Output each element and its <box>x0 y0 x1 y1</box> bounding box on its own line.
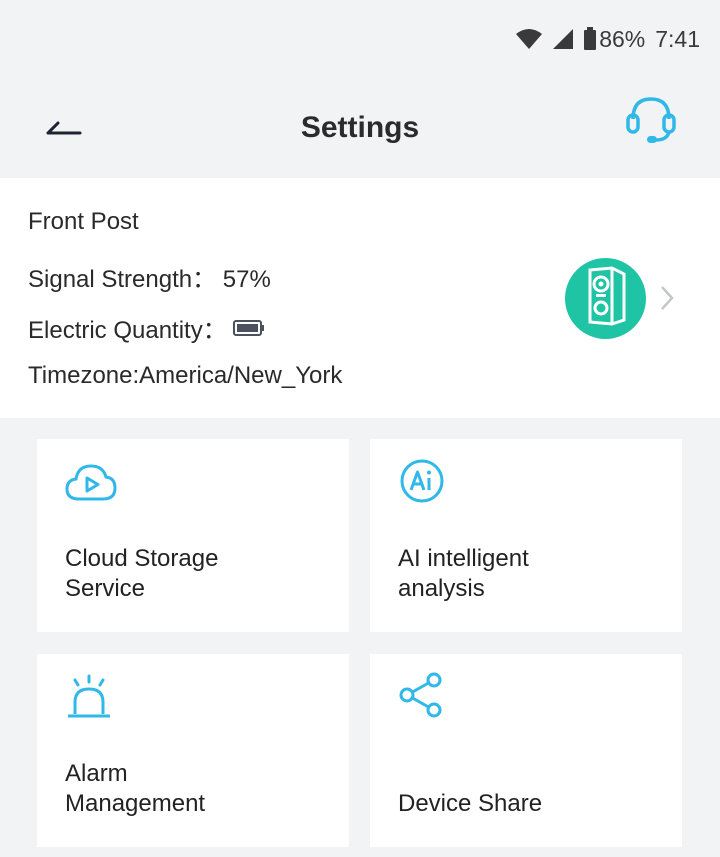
back-button[interactable] <box>40 104 88 152</box>
clock-time: 7:41 <box>655 25 700 52</box>
tile-label: Alarm Management <box>65 760 206 817</box>
headset-icon <box>623 91 679 152</box>
wifi-icon <box>515 28 543 50</box>
device-avatar <box>565 258 646 339</box>
signal-strength-label: Signal Strength： <box>28 266 217 293</box>
battery-icon <box>232 319 265 337</box>
header: Settings <box>0 78 720 178</box>
share-icon <box>398 672 450 724</box>
status-bar: 86% 7:41 <box>0 0 720 78</box>
cloud-play-icon <box>65 457 117 509</box>
ai-icon <box>398 457 450 509</box>
device-info-card[interactable]: Front Post Signal Strength： 57% Electric… <box>0 178 720 418</box>
ai-intelligent-analysis-tile[interactable]: AI intelligent analysis <box>370 439 682 632</box>
chevron-right-icon <box>658 283 678 313</box>
tile-label: AI intelligent analysis <box>398 545 529 602</box>
tile-label: Device Share <box>398 790 543 817</box>
device-share-tile[interactable]: Device Share <box>370 654 682 847</box>
back-arrow-icon <box>44 114 84 143</box>
alarm-management-tile[interactable]: Alarm Management <box>37 654 349 847</box>
support-button[interactable] <box>618 88 684 154</box>
cell-signal-icon <box>551 28 575 50</box>
device-name: Front Post <box>28 208 139 235</box>
battery-percent: 86% <box>599 25 646 52</box>
timezone: Timezone:America/New_York <box>28 362 343 389</box>
signal-strength-value: 57% <box>222 266 271 293</box>
signal-strength: Signal Strength： 57% <box>28 259 271 294</box>
alarm-siren-icon <box>65 672 117 724</box>
page-title: Settings <box>300 111 420 144</box>
cloud-storage-service-tile[interactable]: Cloud Storage Service <box>37 439 349 632</box>
electric-quantity: Electric Quantity： <box>28 310 265 345</box>
tile-label: Cloud Storage Service <box>65 545 219 602</box>
electric-quantity-label: Electric Quantity： <box>28 317 227 344</box>
battery-icon <box>583 27 597 51</box>
doorbell-camera-icon <box>582 266 630 331</box>
